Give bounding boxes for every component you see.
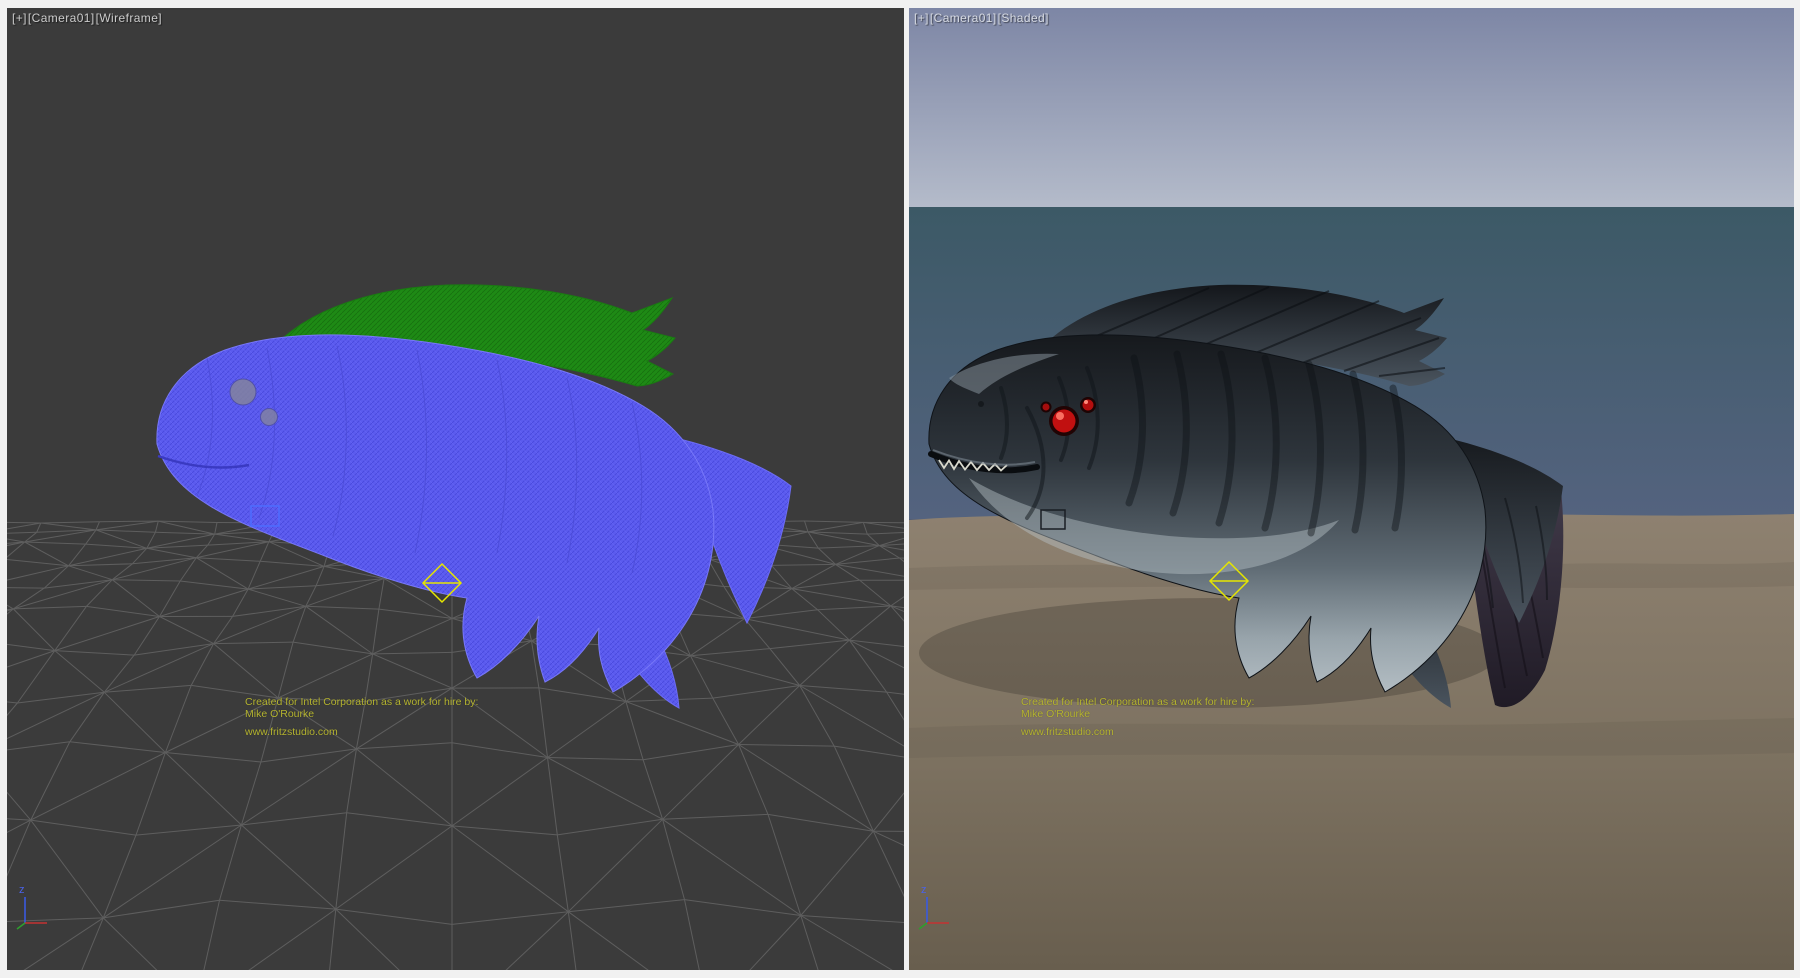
axis-tripod: z	[917, 882, 953, 935]
axis-y-line	[919, 923, 927, 929]
watermark-url: www.fritzstudio.com	[245, 726, 478, 738]
fish-eye-spot	[230, 379, 256, 405]
viewport-label-bar: [+][Camera01][Wireframe]	[12, 11, 163, 25]
viewport-menu-plus[interactable]: [+]	[12, 11, 27, 25]
viewport-shaded[interactable]: [+][Camera01][Shaded] Created for Intel …	[909, 8, 1794, 970]
axis-tripod: z	[15, 882, 51, 935]
axis-z-label: z	[921, 884, 927, 896]
viewport-menu-shading[interactable]: [Shaded]	[998, 11, 1049, 25]
fish-eye-large	[1049, 406, 1079, 436]
watermark: Created for Intel Corporation as a work …	[1021, 696, 1254, 738]
fish-eye-tiny	[1041, 402, 1052, 413]
watermark-line1: Created for Intel Corporation as a work …	[245, 696, 478, 708]
watermark-url: www.fritzstudio.com	[1021, 726, 1254, 738]
fish-eye-spot-small	[261, 409, 278, 426]
axis-y-line	[17, 923, 25, 929]
viewport-menu-camera[interactable]: [Camera01]	[28, 11, 95, 25]
fish-eye-small	[1080, 397, 1096, 413]
axis-tripod-icon: z	[15, 882, 51, 930]
app-window: [+][Camera01][Wireframe] Created for Int…	[0, 0, 1800, 978]
viewport-menu-plus[interactable]: [+]	[914, 11, 929, 25]
nostril	[978, 401, 984, 407]
watermark-line2: Mike O'Rourke	[245, 708, 478, 720]
axis-z-label: z	[19, 884, 25, 896]
watermark-line2: Mike O'Rourke	[1021, 708, 1254, 720]
axis-tripod-icon: z	[917, 882, 953, 930]
watermark: Created for Intel Corporation as a work …	[245, 696, 478, 738]
sky	[909, 8, 1794, 207]
viewport-menu-shading[interactable]: [Wireframe]	[96, 11, 162, 25]
viewport-menu-camera[interactable]: [Camera01]	[930, 11, 997, 25]
viewport-label-bar: [+][Camera01][Shaded]	[914, 11, 1050, 25]
wireframe-scene	[7, 8, 904, 970]
shaded-scene	[909, 8, 1794, 970]
viewport-wireframe[interactable]: [+][Camera01][Wireframe] Created for Int…	[7, 8, 904, 970]
watermark-line1: Created for Intel Corporation as a work …	[1021, 696, 1254, 708]
